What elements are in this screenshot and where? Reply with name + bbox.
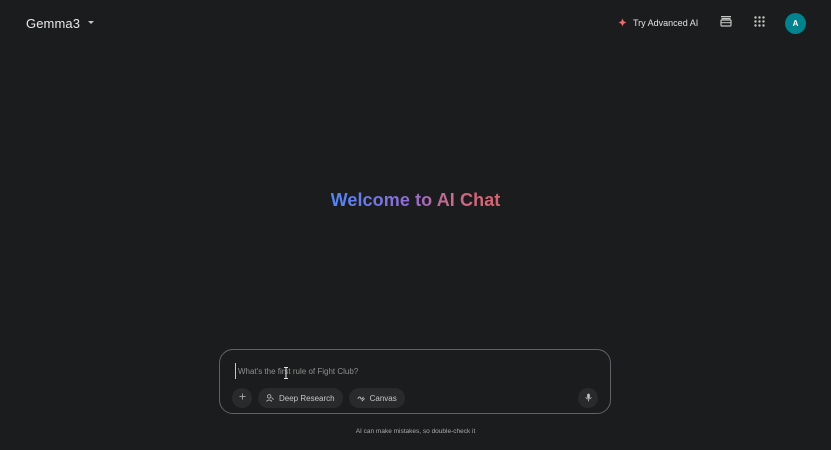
mic-icon (584, 389, 592, 407)
top-bar: Gemma3 Try Advanced AI A (0, 0, 831, 46)
apps-button[interactable] (747, 11, 771, 35)
microphone-button[interactable] (578, 388, 598, 408)
history-icon (720, 14, 732, 32)
model-name: Gemma3 (26, 15, 81, 31)
sparkle-icon (618, 14, 627, 32)
canvas-label: Canvas (369, 393, 397, 403)
plus-icon (238, 393, 246, 403)
try-advanced-label: Try Advanced AI (633, 18, 699, 28)
add-attachment-button[interactable] (232, 388, 252, 408)
apps-grid-icon (753, 14, 765, 32)
model-switcher[interactable]: Gemma3 (22, 12, 98, 34)
disclaimer-text: AI can make mistakes, so double-check it (355, 428, 476, 435)
canvas-button[interactable]: Canvas (348, 388, 405, 408)
text-cursor-icon (283, 366, 289, 379)
welcome-title: Welcome to AI Chat (0, 190, 831, 211)
deep-research-button[interactable]: Deep Research (258, 388, 343, 408)
deep-research-icon (266, 389, 274, 407)
welcome-title-text: Welcome to AI Chat (330, 190, 501, 210)
app-window: Gemma3 Try Advanced AI A Welcome to AI C… (0, 0, 831, 450)
try-advanced-button[interactable]: Try Advanced AI (612, 13, 704, 33)
deep-research-label: Deep Research (279, 393, 335, 403)
user-avatar[interactable]: A (785, 13, 806, 34)
composer-tools: Deep Research Canvas (232, 388, 405, 408)
history-button[interactable] (714, 11, 738, 35)
chat-composer: Deep Research Canvas (219, 349, 611, 414)
canvas-icon (357, 389, 365, 407)
chevron-down-icon (88, 20, 95, 24)
